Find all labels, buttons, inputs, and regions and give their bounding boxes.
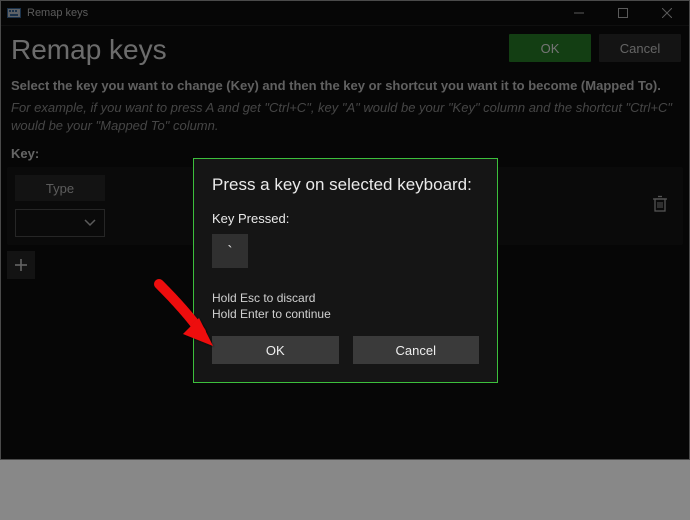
chevron-down-icon xyxy=(84,219,96,227)
dialog-ok-button[interactable]: OK xyxy=(212,336,339,364)
key-pressed-label: Key Pressed: xyxy=(212,211,479,226)
dialog-hint: Hold Esc to discard Hold Enter to contin… xyxy=(212,290,479,322)
page-title: Remap keys xyxy=(11,34,167,66)
window-title: Remap keys xyxy=(27,7,88,19)
description-text: Select the key you want to change (Key) … xyxy=(1,66,689,93)
dialog-cancel-button[interactable]: Cancel xyxy=(353,336,480,364)
cancel-button[interactable]: Cancel xyxy=(599,34,681,62)
minimize-button[interactable] xyxy=(557,1,601,25)
maximize-button[interactable] xyxy=(601,1,645,25)
titlebar: Remap keys xyxy=(1,1,689,26)
header: Remap keys OK Cancel xyxy=(1,26,689,66)
keyboard-icon xyxy=(7,8,21,18)
ok-button[interactable]: OK xyxy=(509,34,591,62)
add-row-button[interactable] xyxy=(7,251,35,279)
dialog-title: Press a key on selected keyboard: xyxy=(212,175,479,195)
remap-keys-window: Remap keys Remap keys OK Cancel Select t… xyxy=(0,0,690,460)
example-text: For example, if you want to press A and … xyxy=(1,93,689,134)
key-column-header: Key: xyxy=(11,146,39,161)
trash-icon xyxy=(652,195,668,213)
delete-row-button[interactable] xyxy=(647,191,673,217)
captured-key-display: ` xyxy=(212,234,248,268)
key-dropdown[interactable] xyxy=(15,209,105,237)
close-button[interactable] xyxy=(645,1,689,25)
type-key-button[interactable]: Type xyxy=(15,175,105,201)
plus-icon xyxy=(14,258,28,272)
key-capture-dialog: Press a key on selected keyboard: Key Pr… xyxy=(193,158,498,383)
